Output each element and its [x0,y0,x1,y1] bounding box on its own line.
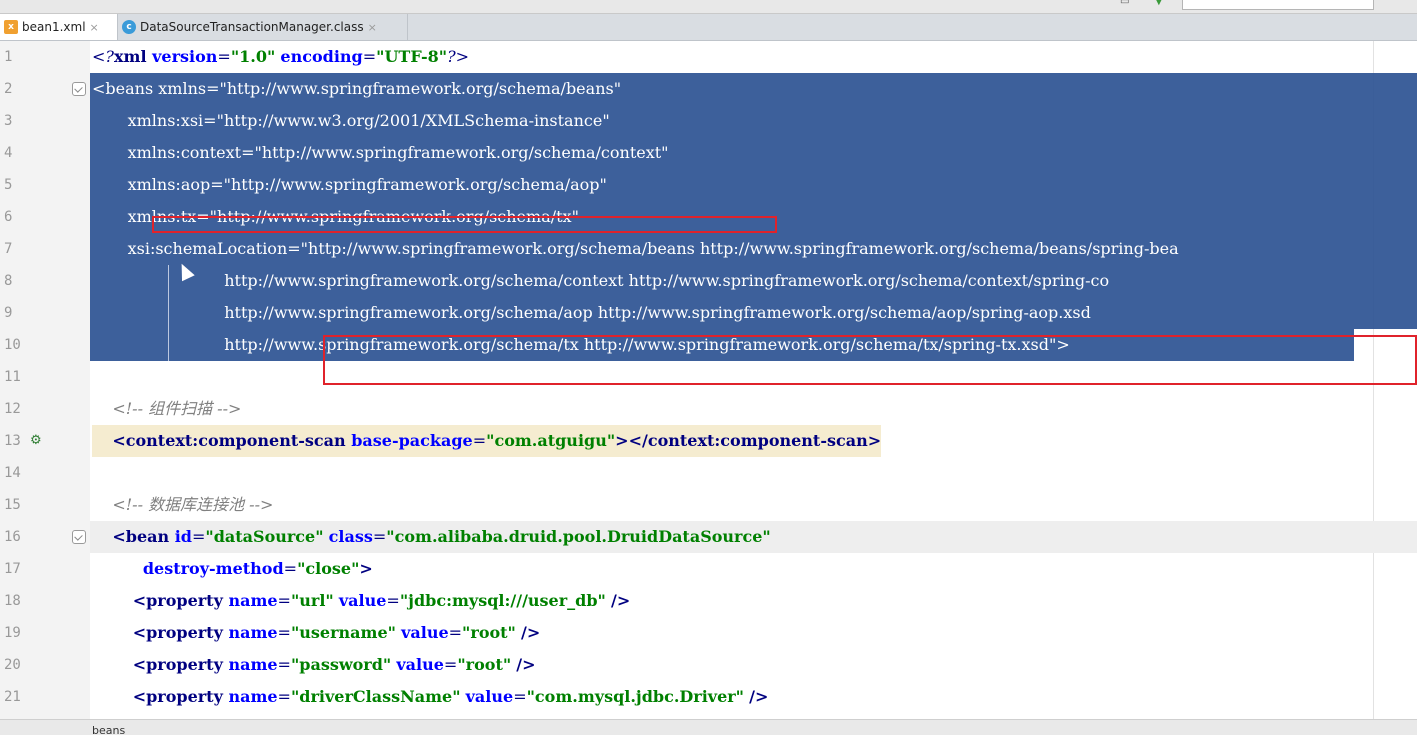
line-number: 7 [4,241,13,257]
annotation-box-schema-tx [323,335,1417,385]
line-number: 18 [4,593,21,609]
window-icon[interactable]: ▭ [1120,0,1132,8]
code-line: 18 <property name="url" value="jdbc:mysq… [0,585,1417,617]
tab-label: DataSourceTransactionManager.class [140,20,364,34]
close-icon[interactable]: × [368,21,377,34]
breadcrumb-bar: beans [0,719,1417,735]
run-icon[interactable]: ▼ [1155,0,1167,8]
code-line: 5 xmlns:aop="http://www.springframework.… [0,169,1417,201]
code-line: 17 destroy-method="close"> [0,553,1417,585]
code-line: 14 [0,457,1417,489]
tab-bean1-xml[interactable]: x bean1.xml × [0,14,118,40]
code-text: <property name="username" value="root" /… [132,623,541,642]
breadcrumb[interactable]: beans [92,724,125,735]
code-line: 15 <!-- 数据库连接池 --> [0,489,1417,521]
code-line: 3 xmlns:xsi="http://www.w3.org/2001/XMLS… [0,105,1417,137]
code-line: 2 <beans xmlns="http://www.springframewo… [0,73,1417,105]
code-comment: <!-- 数据库连接池 --> [92,495,274,514]
code-text: <property name="driverClassName" value="… [132,687,769,706]
code-text: xmlns:aop="http://www.springframework.or… [92,175,607,194]
line-number: 4 [4,145,13,161]
fold-toggle-icon[interactable] [72,82,86,96]
line-number: 2 [4,81,13,97]
code-line: 4 xmlns:context="http://www.springframew… [0,137,1417,169]
line-number: 12 [4,401,21,417]
code-line: 8 http://www.springframework.org/schema/… [0,265,1417,297]
code-text: xmlns:xsi="http://www.w3.org/2001/XMLSch… [92,111,610,130]
top-toolbar: ▭ ▼ [0,0,1417,14]
tab-datasource-transaction-manager[interactable]: c DataSourceTransactionManager.class × [118,14,408,40]
tab-label: bean1.xml [22,20,86,34]
code-text: <property name="url" value="jdbc:mysql:/… [132,591,631,610]
code-text: <context:component-scan base-package="co… [92,425,882,457]
close-icon[interactable]: × [90,21,99,34]
code-line: 19 <property name="username" value="root… [0,617,1417,649]
code-line: 13 ⚙ <context:component-scan base-packag… [0,425,1417,457]
spring-bean-icon[interactable]: ⚙ [30,432,48,450]
code-comment: <!-- 组件扫描 --> [92,399,242,418]
code-text: destroy-method="close"> [142,559,373,578]
code-text: <property name="password" value="root" /… [132,655,536,674]
line-number: 21 [4,689,21,705]
code-text: <beans xmlns="http://www.springframework… [92,79,622,98]
line-number: 6 [4,209,13,225]
code-editor[interactable]: 1 <?xml version="1.0" encoding="UTF-8"?>… [0,41,1417,719]
line-number: 20 [4,657,21,673]
xml-file-icon: x [4,20,18,34]
line-number: 9 [4,305,13,321]
line-number: 3 [4,113,13,129]
code-line: 1 <?xml version="1.0" encoding="UTF-8"?> [0,41,1417,73]
annotation-box-xmlns-tx [152,216,777,233]
line-number: 17 [4,561,21,577]
toolbar-search-field[interactable] [1182,0,1374,10]
code-line: 20 <property name="password" value="root… [0,649,1417,681]
line-number: 14 [4,465,21,481]
code-line: 16 <bean id="dataSource" class="com.alib… [0,521,1417,553]
line-number: 19 [4,625,21,641]
line-number: 8 [4,273,13,289]
code-line: 12 <!-- 组件扫描 --> [0,393,1417,425]
line-number: 11 [4,369,21,385]
line-number: 1 [4,49,13,65]
code-text: <bean id="dataSource" class="com.alibaba… [112,527,771,546]
code-text: xsi:schemaLocation="http://www.springfra… [92,239,1179,258]
class-file-icon: c [122,20,136,34]
line-number: 16 [4,529,21,545]
code-text: http://www.springframework.org/schema/ao… [92,303,1091,322]
code-text: xmlns:context="http://www.springframewor… [92,143,669,162]
line-number: 15 [4,497,21,513]
code-line: 9 http://www.springframework.org/schema/… [0,297,1417,329]
editor-tab-bar: x bean1.xml × c DataSourceTransactionMan… [0,14,1417,41]
line-number: 10 [4,337,21,353]
code-line: 7 xsi:schemaLocation="http://www.springf… [0,233,1417,265]
code-text: <?xml version="1.0" encoding="UTF-8"?> [92,47,470,66]
line-number: 5 [4,177,13,193]
code-text: http://www.springframework.org/schema/co… [92,271,1110,290]
fold-toggle-icon[interactable] [72,530,86,544]
code-line: 21 <property name="driverClassName" valu… [0,681,1417,713]
